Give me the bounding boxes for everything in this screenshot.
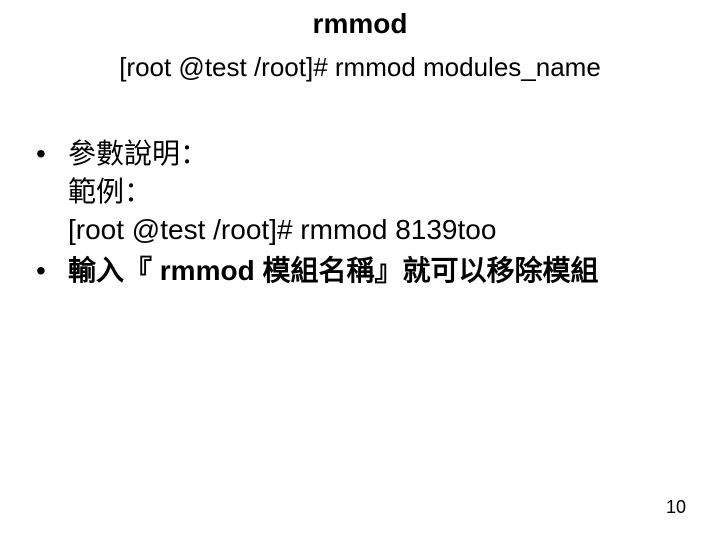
bullet-dot-icon: • xyxy=(30,135,68,248)
bullet-dot-icon: • xyxy=(30,252,68,290)
bullet-item: • 輸入『 rmmod 模組名稱』就可以移除模組 xyxy=(30,252,690,290)
bullet-line: 輸入『 rmmod 模組名稱』就可以移除模組 xyxy=(68,255,598,286)
slide: rmmod [root @test /root]# rmmod modules_… xyxy=(0,0,720,540)
slide-subtitle: [root @test /root]# rmmod modules_name xyxy=(0,52,720,83)
slide-title: rmmod xyxy=(0,8,720,40)
page-number: 10 xyxy=(666,497,686,518)
bullet-line: 參數說明： xyxy=(68,138,208,169)
bullet-item: • 參數說明： 範例： [root @test /root]# rmmod 81… xyxy=(30,135,690,248)
bullet-content: 參數說明： 範例： [root @test /root]# rmmod 8139… xyxy=(68,135,690,248)
bullet-line: 範例： xyxy=(68,176,152,207)
bullet-content: 輸入『 rmmod 模組名稱』就可以移除模組 xyxy=(68,252,690,290)
slide-body: • 參數說明： 範例： [root @test /root]# rmmod 81… xyxy=(30,135,690,294)
bullet-line: [root @test /root]# rmmod 8139too xyxy=(68,214,496,245)
